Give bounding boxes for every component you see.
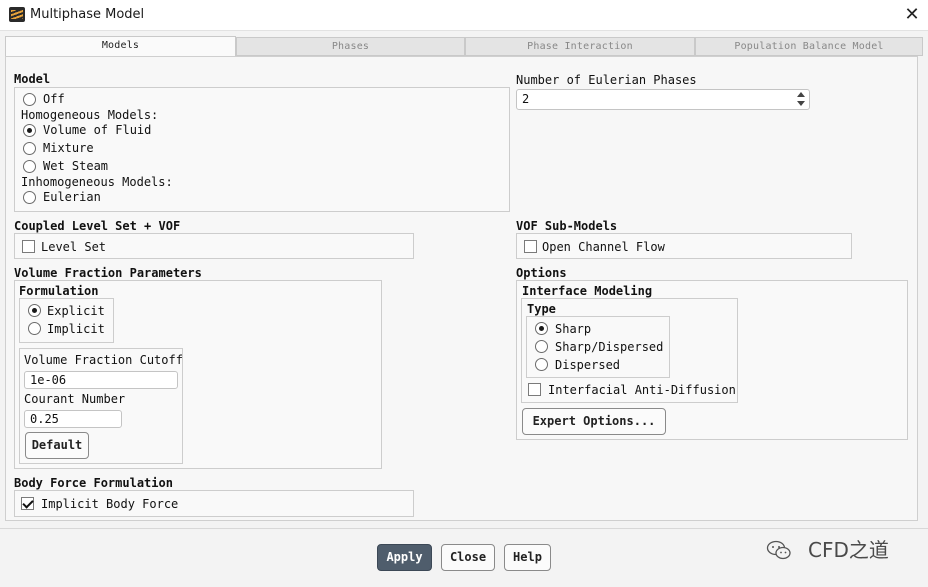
tab-phase-interaction[interactable]: Phase Interaction [465,37,695,56]
radio-dispersed[interactable] [535,358,548,371]
vof-sub-models-title: VOF Sub-Models [516,219,618,233]
wechat-icon [766,540,791,560]
cutoff-label: Volume Fraction Cutoff [24,353,183,367]
cutoff-input[interactable]: 1e-06 [24,371,178,389]
model-group-title: Model [14,72,51,86]
tab-phases[interactable]: Phases [236,37,465,56]
radio-implicit-label: Implicit [47,322,105,336]
coupled-level-set-title: Coupled Level Set + VOF [14,219,181,233]
radio-wet-steam[interactable] [23,160,36,173]
open-channel-flow-checkbox[interactable] [524,240,537,253]
radio-eulerian-label: Eulerian [43,190,101,204]
radio-off-label: Off [43,92,65,106]
radio-eulerian[interactable] [23,191,36,204]
level-set-label: Level Set [41,240,107,254]
spin-up-icon[interactable] [797,92,805,97]
open-channel-flow-label: Open Channel Flow [542,240,665,254]
radio-sharp-dispersed[interactable] [535,340,548,353]
watermark-text: CFD之道 [808,538,889,562]
implicit-body-force-label: Implicit Body Force [41,497,179,511]
close-button[interactable]: Close [441,544,495,571]
radio-sharp[interactable] [535,322,548,335]
options-title: Options [516,266,567,280]
ansys-fluent-icon [9,7,25,22]
eulerian-phases-spinner[interactable]: 2 [516,89,810,110]
radio-implicit[interactable] [28,322,41,335]
anti-diffusion-checkbox[interactable] [528,383,541,396]
radio-explicit-label: Explicit [47,304,105,318]
radio-mixture[interactable] [23,142,36,155]
radio-sharp-label: Sharp [555,322,592,336]
radio-explicit[interactable] [28,304,41,317]
close-icon[interactable]: ✕ [901,3,923,27]
tab-population-balance-model[interactable]: Population Balance Model [695,37,923,56]
anti-diffusion-label: Interfacial Anti-Diffusion [548,383,736,397]
implicit-body-force-checkbox[interactable] [21,497,34,510]
tab-models[interactable]: Models [5,36,236,57]
expert-options-button[interactable]: Expert Options... [522,408,666,435]
radio-mixture-label: Mixture [43,141,94,155]
title-bar: Multiphase Model ✕ [0,0,928,31]
help-button[interactable]: Help [504,544,551,571]
interface-modeling-title: Interface Modeling [522,284,653,298]
homogeneous-heading: Homogeneous Models: [21,108,159,122]
window-title: Multiphase Model [30,7,145,22]
radio-off[interactable] [23,93,36,106]
volume-fraction-title: Volume Fraction Parameters [14,266,202,280]
level-set-checkbox[interactable] [22,240,35,253]
courant-label: Courant Number [24,392,126,406]
default-button[interactable]: Default [25,432,89,459]
inhomogeneous-heading: Inhomogeneous Models: [21,175,173,189]
radio-volume-of-fluid-label: Volume of Fluid [43,123,152,137]
body-force-title: Body Force Formulation [14,476,173,490]
radio-dispersed-label: Dispersed [555,358,621,372]
radio-sharp-dispersed-label: Sharp/Dispersed [555,340,664,354]
apply-button[interactable]: Apply [377,544,432,571]
spin-down-icon[interactable] [797,101,805,106]
courant-input[interactable]: 0.25 [24,410,122,428]
radio-wet-steam-label: Wet Steam [43,159,109,173]
formulation-title: Formulation [19,284,99,298]
eulerian-phases-label: Number of Eulerian Phases [516,73,697,87]
radio-volume-of-fluid[interactable] [23,124,36,137]
type-title: Type [527,302,556,316]
